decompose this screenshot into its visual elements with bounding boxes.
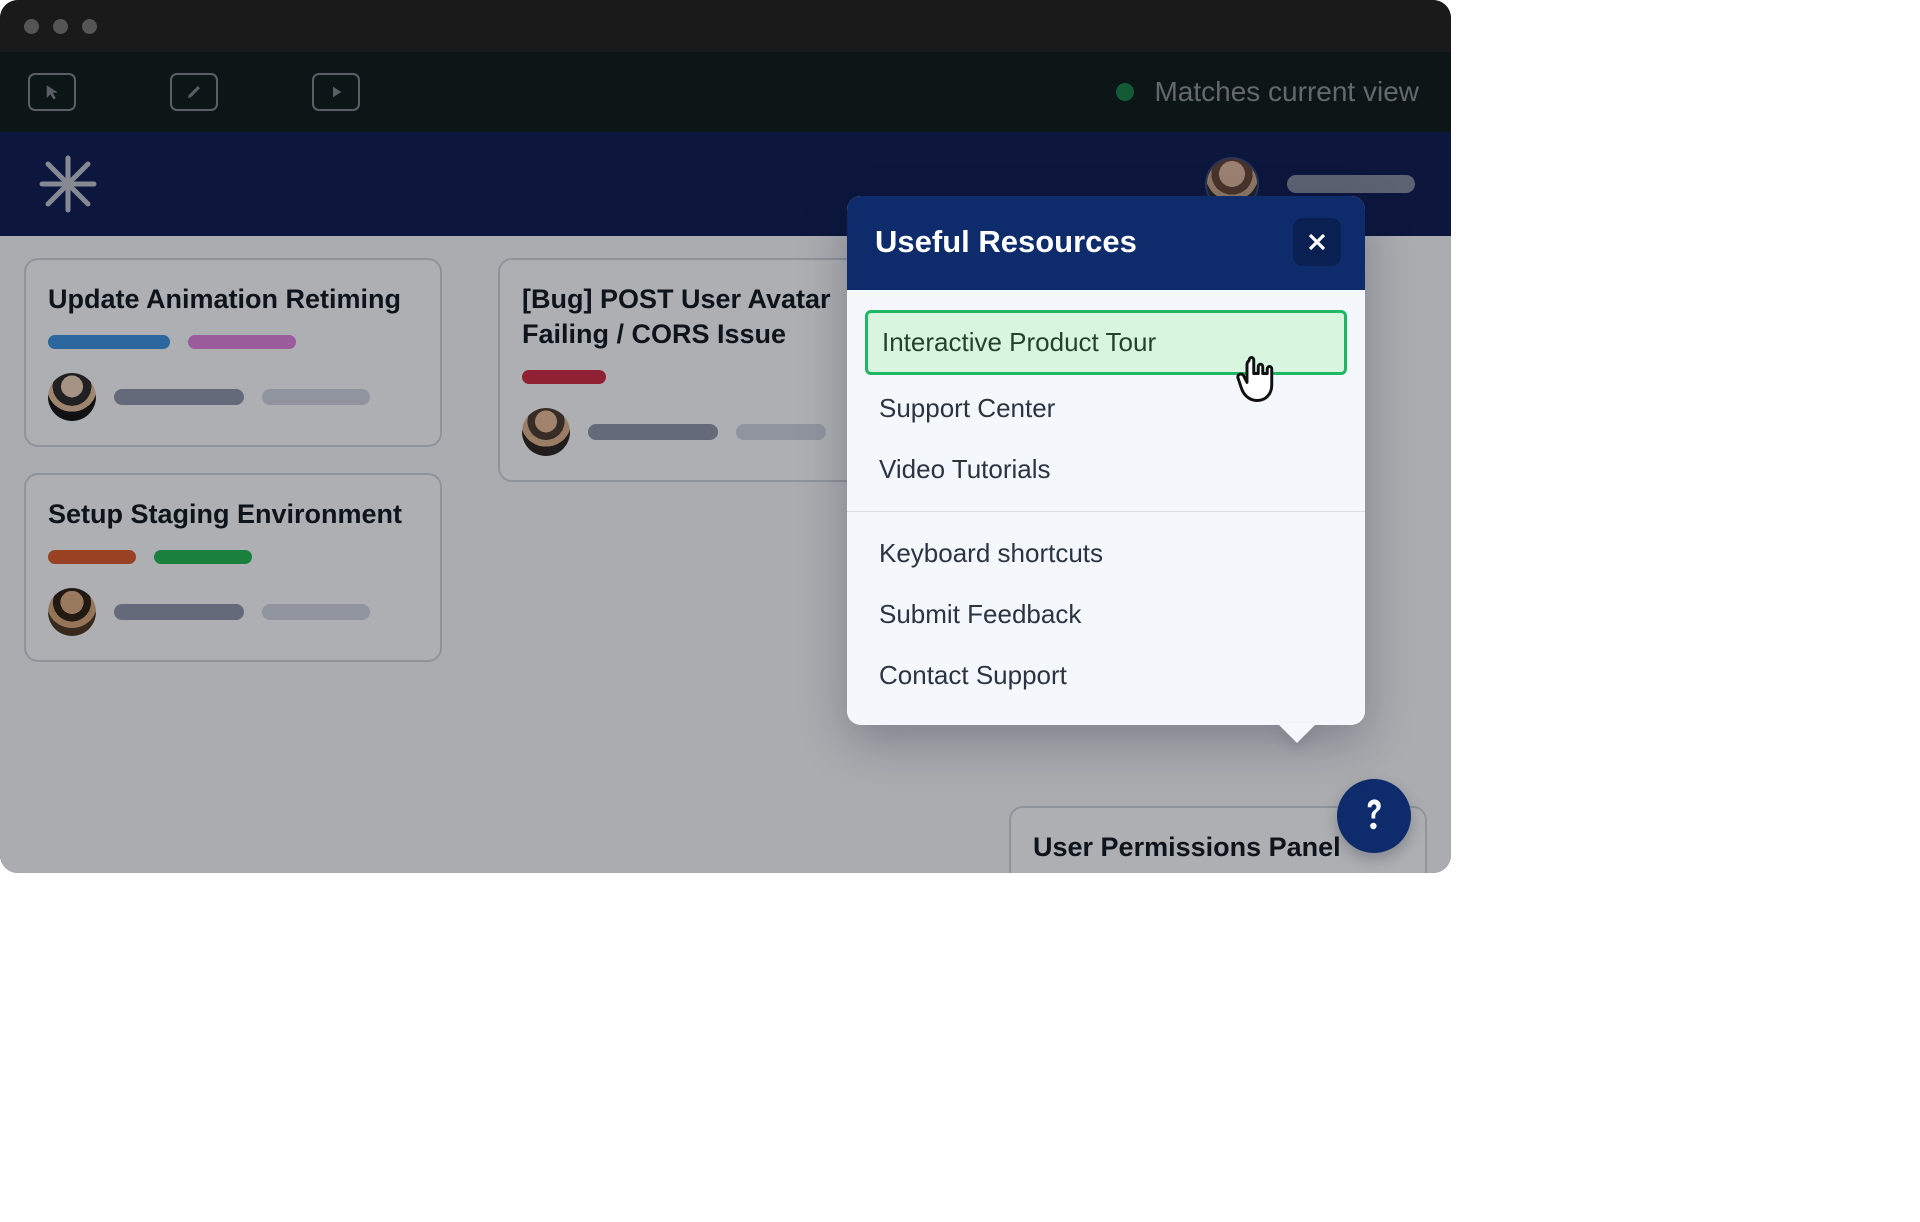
status-text: Matches current view <box>1154 76 1419 108</box>
popover-menu-group-2: Keyboard shortcuts Submit Feedback Conta… <box>865 526 1347 703</box>
menu-item-contact-support[interactable]: Contact Support <box>865 648 1347 703</box>
card-tags <box>48 550 418 564</box>
tag <box>48 550 136 564</box>
kanban-board: Update Animation Retiming Setup Staging … <box>0 236 1451 873</box>
pencil-icon <box>185 83 203 101</box>
help-launcher-button[interactable] <box>1337 779 1411 853</box>
menu-item-video-tutorials[interactable]: Video Tutorials <box>865 442 1347 497</box>
play-tool-button[interactable] <box>312 73 360 111</box>
edit-tool-button[interactable] <box>170 73 218 111</box>
tag <box>522 370 606 384</box>
question-icon <box>1359 796 1389 836</box>
card[interactable]: Setup Staging Environment <box>24 473 442 662</box>
card-meta <box>48 588 418 636</box>
cursor-icon <box>43 83 61 101</box>
meta-placeholder <box>736 424 826 440</box>
popover-arrow <box>1277 723 1317 743</box>
card[interactable]: Update Animation Retiming <box>24 258 442 447</box>
select-tool-button[interactable] <box>28 73 76 111</box>
menu-item-submit-feedback[interactable]: Submit Feedback <box>865 587 1347 642</box>
popover-title: Useful Resources <box>875 224 1137 260</box>
meta-placeholder <box>114 604 244 620</box>
editor-toolbar: Matches current view <box>0 52 1451 132</box>
meta-placeholder <box>588 424 718 440</box>
card-tags <box>48 335 418 349</box>
popover-body: Interactive Product Tour Support Center … <box>847 290 1365 725</box>
window-dot-close[interactable] <box>24 19 39 34</box>
meta-placeholder <box>262 389 370 405</box>
card-tags <box>522 370 892 384</box>
pointer-cursor-icon <box>1229 351 1283 405</box>
tag <box>188 335 296 349</box>
card-title: Setup Staging Environment <box>48 497 418 532</box>
window-dot-max[interactable] <box>82 19 97 34</box>
card-meta <box>522 408 892 456</box>
tag <box>154 550 252 564</box>
tag <box>48 335 170 349</box>
starburst-icon <box>36 152 100 216</box>
browser-window: Matches current view Update Animation <box>0 0 1451 873</box>
card-title: [Bug] POST User Avatar Failing / CORS Is… <box>522 282 892 352</box>
user-name-placeholder <box>1287 175 1415 193</box>
window-dot-min[interactable] <box>53 19 68 34</box>
close-icon <box>1305 230 1329 254</box>
help-popover: Useful Resources Interactive Product Tou… <box>847 196 1365 725</box>
meta-placeholder <box>114 389 244 405</box>
assignee-avatar[interactable] <box>48 588 96 636</box>
window-titlebar <box>0 0 1451 52</box>
popover-header: Useful Resources <box>847 196 1365 290</box>
play-icon <box>327 83 345 101</box>
board-column-left: Update Animation Retiming Setup Staging … <box>24 258 442 873</box>
assignee-avatar[interactable] <box>522 408 570 456</box>
view-status: Matches current view <box>1116 76 1419 108</box>
card-meta <box>48 373 418 421</box>
status-dot-icon <box>1116 83 1134 101</box>
menu-divider <box>847 511 1365 512</box>
card-title: Update Animation Retiming <box>48 282 418 317</box>
menu-item-keyboard-shortcuts[interactable]: Keyboard shortcuts <box>865 526 1347 581</box>
popover-close-button[interactable] <box>1293 218 1341 266</box>
meta-placeholder <box>262 604 370 620</box>
app-logo[interactable] <box>36 152 100 216</box>
assignee-avatar[interactable] <box>48 373 96 421</box>
